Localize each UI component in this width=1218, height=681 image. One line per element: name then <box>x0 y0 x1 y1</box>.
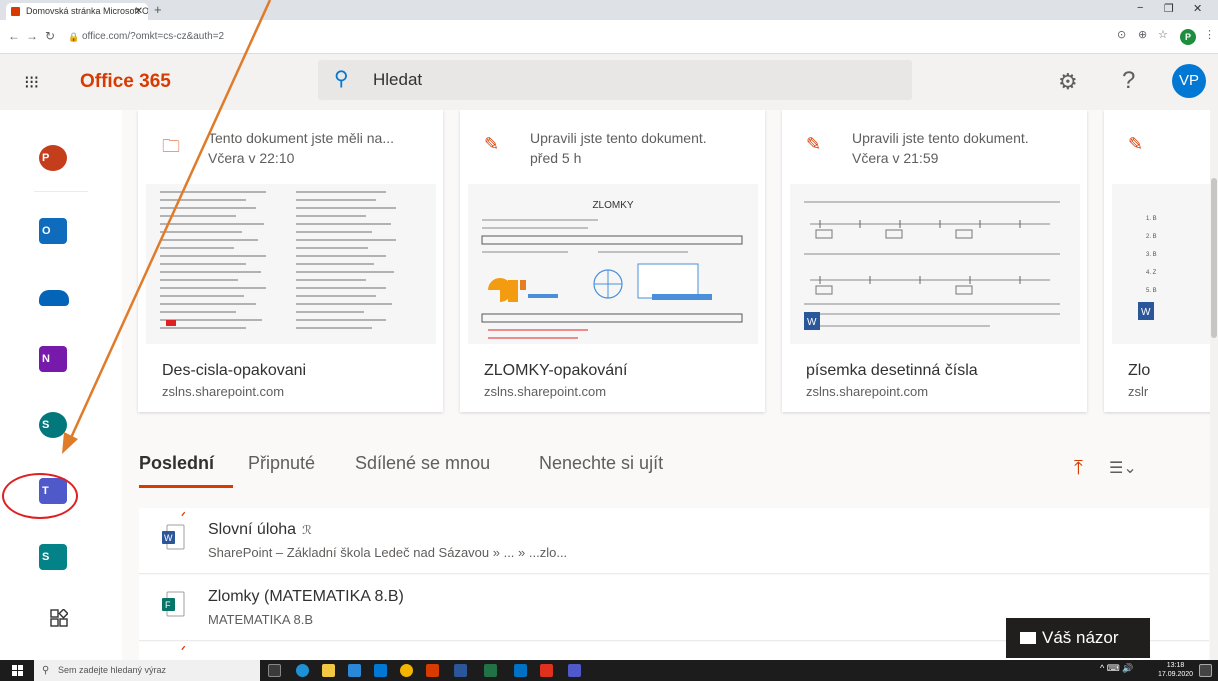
system-tray-icons[interactable]: ^ ⌨ 🔊 <box>1100 663 1133 674</box>
clock-time: 13:18 <box>1166 662 1185 669</box>
excel-taskbar-icon[interactable] <box>484 664 497 677</box>
teams-taskbar-icon[interactable] <box>568 664 581 677</box>
windows-taskbar: ⚲ Sem zadejte hledaný výraz ^ ⌨ 🔊 13:18 … <box>0 660 1218 681</box>
edge-icon[interactable] <box>296 664 309 677</box>
office-taskbar-icon[interactable] <box>426 664 439 677</box>
sharepoint-taskbar-icon[interactable] <box>514 664 527 677</box>
task-view-icon[interactable] <box>268 664 281 677</box>
annotation-circle <box>2 473 78 519</box>
search-icon: ⚲ <box>42 665 50 676</box>
file-explorer-icon[interactable] <box>322 664 335 677</box>
word-taskbar-icon[interactable] <box>454 664 467 677</box>
taskbar-search[interactable]: ⚲ Sem zadejte hledaný výraz <box>34 660 260 681</box>
taskbar-clock[interactable]: 13:18 17.09.2020 <box>1158 661 1193 679</box>
windows-start-icon[interactable] <box>12 665 23 676</box>
mail-icon[interactable] <box>374 664 387 677</box>
acrobat-taskbar-icon[interactable] <box>540 664 553 677</box>
store-icon[interactable] <box>348 664 361 677</box>
chrome-icon[interactable] <box>400 664 413 677</box>
annotation-arrow <box>62 0 272 454</box>
clock-date: 17.09.2020 <box>1158 671 1194 678</box>
taskbar-search-placeholder: Sem zadejte hledaný výraz <box>58 665 167 675</box>
notifications-icon[interactable] <box>1199 664 1212 677</box>
